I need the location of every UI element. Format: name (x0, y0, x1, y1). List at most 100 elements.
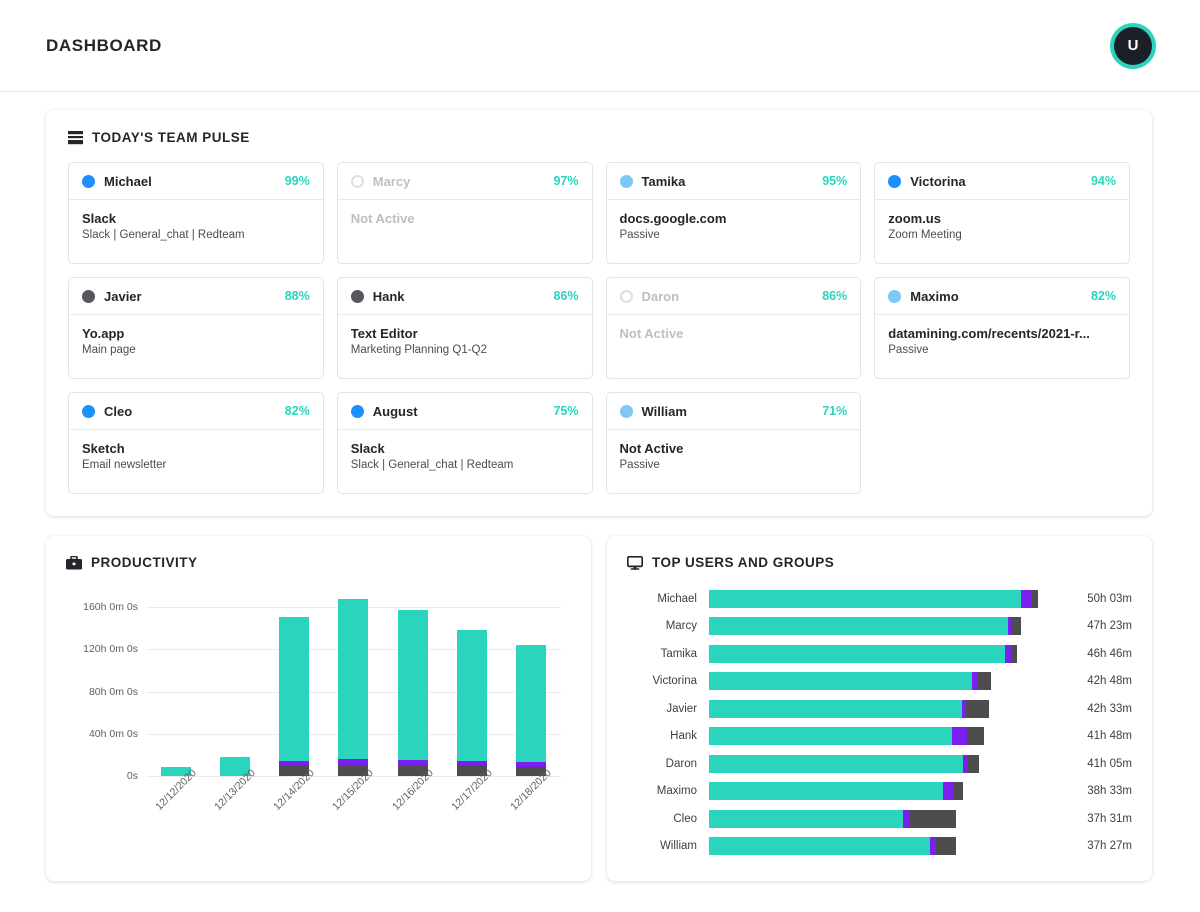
pulse-card-body: datamining.com/recents/2021-r... Passive (875, 315, 1129, 378)
top-users-bar (709, 589, 1058, 608)
pulse-card[interactable]: Tamika 95% docs.google.com Passive (605, 162, 862, 264)
status-dot-icon (350, 289, 364, 303)
pulse-card[interactable]: Hank 86% Text Editor Marketing Planning Q1-… (336, 277, 593, 379)
status-dot-icon (350, 174, 364, 188)
top-users-total: 50h 03m (1087, 592, 1132, 605)
top-users-bar (709, 727, 1058, 746)
pulse-card[interactable]: Marcy 97% Not Active (336, 162, 593, 264)
chart-bar[interactable] (397, 610, 428, 776)
x-axis-tick: 12/16/2020 (390, 767, 436, 838)
bar-segment-active (709, 644, 1005, 663)
status-dot-icon (888, 174, 902, 188)
top-users-row[interactable]: William 37h 27m (627, 833, 1132, 861)
pulse-percent: 75% (553, 404, 579, 418)
top-users-row[interactable]: Cleo 37h 31m (627, 805, 1132, 833)
top-users-name: Daron (665, 757, 697, 770)
pulse-app-detail: Main page (82, 344, 136, 356)
top-users-total: 38h 33m (1087, 785, 1132, 798)
pulse-user-name: Tamika (641, 173, 686, 189)
top-users-header: TOP USERS AND GROUPS (627, 555, 1132, 570)
top-users-total: 41h 48m (1087, 730, 1132, 743)
pulse-card-body: Not Active (607, 315, 861, 378)
top-users-name: Victorina (652, 675, 697, 688)
pulse-app-name: Text Editor (350, 326, 418, 341)
pulse-user-name: Victorina (910, 173, 966, 189)
bar-segment-passive (1004, 644, 1012, 663)
x-axis-labels: 12/12/2020 12/13/2020 12/14/2020 12/15/2020… (146, 767, 561, 838)
top-users-bar-track (709, 617, 1058, 636)
top-users-row[interactable]: Marcy 47h 23m (627, 613, 1132, 641)
bar-segment-passive (903, 809, 910, 828)
top-users-row[interactable]: Daron 41h 05m (627, 750, 1132, 778)
pulse-percent: 94% (1090, 174, 1116, 188)
top-users-bar (709, 782, 1058, 801)
top-users-bar-track (709, 754, 1058, 773)
top-users-total: 42h 48m (1087, 675, 1132, 688)
avatar[interactable]: U (1110, 22, 1156, 69)
pulse-card-header: Marcy 97% (337, 163, 592, 200)
top-bar: DASHBOARD U (0, 0, 1200, 92)
pulse-card-header: Javier 88% (69, 278, 323, 315)
bar-segment-active (516, 645, 547, 763)
pulse-percent: 82% (284, 404, 310, 418)
bar-series (146, 586, 561, 776)
pulse-user-name: Michael (104, 173, 152, 189)
chart-bar[interactable] (338, 598, 369, 776)
pulse-user-name: Cleo (104, 403, 133, 419)
chart-bar[interactable] (516, 645, 547, 776)
bottom-row: PRODUCTIVITY 0s 40h 0m 0s 80h 0m 0s 120h 0m… (46, 536, 1152, 881)
bar-segment-passive (942, 782, 954, 801)
pulse-card[interactable]: Victorina 94% zoom.us Zoom Meeting (874, 162, 1130, 264)
bar-segment-active (709, 672, 973, 691)
top-users-row[interactable]: Hank 41h 48m (627, 723, 1132, 751)
pulse-app-detail: Passive (619, 459, 660, 471)
bar-segment-idle (909, 809, 956, 828)
top-users-list: Michael 50h 03m Marcy 47h 23m Tamika 46h 46m V… (627, 585, 1132, 860)
pulse-card[interactable]: Michael 99% Slack Slack | General_chat | Re… (68, 162, 324, 264)
top-users-total: 41h 05m (1087, 757, 1132, 770)
pulse-card[interactable]: Javier 88% Yo.app Main page (68, 277, 324, 379)
top-users-name: Marcy (665, 620, 697, 633)
pulse-card[interactable]: Maximo 82% datamining.com/recents/2021-r..… (874, 277, 1130, 379)
top-users-name: Hank (670, 730, 697, 743)
top-users-bar-track (709, 699, 1058, 718)
top-users-bar (709, 837, 1058, 856)
top-users-total: 37h 27m (1087, 840, 1132, 853)
top-users-row[interactable]: Victorina 42h 48m (627, 668, 1132, 696)
top-users-name: Michael (657, 592, 697, 605)
status-dot-icon (619, 289, 633, 303)
pulse-user-name: Javier (104, 288, 142, 304)
top-users-row[interactable]: Maximo 38h 33m (627, 778, 1132, 806)
chart-bar[interactable] (457, 630, 488, 776)
top-users-title: TOP USERS AND GROUPS (652, 555, 835, 570)
pulse-card-header: William 71% (606, 393, 861, 430)
pulse-percent: 88% (284, 289, 310, 303)
avatar-initial: U (1114, 26, 1152, 65)
pulse-card[interactable]: William 71% Not Active Passive (605, 392, 862, 494)
team-pulse-panel: TODAY'S TEAM PULSE Michael 99% Slack Slack … (46, 110, 1152, 516)
pulse-app-detail: Marketing Planning Q1-Q2 (350, 344, 487, 356)
pulse-card-header: Cleo 82% (69, 393, 323, 430)
pulse-card-body: Yo.app Main page (69, 315, 323, 378)
pulse-card-header: Victorina 94% (875, 163, 1129, 200)
pulse-card[interactable]: August 75% Slack Slack | General_chat | Red… (336, 392, 593, 494)
bar-segment-active (279, 616, 310, 762)
top-users-name: Maximo (656, 785, 697, 798)
bar-segment-active (709, 589, 1022, 608)
pulse-card[interactable]: Cleo 82% Sketch Email newsletter (68, 392, 324, 494)
bar-segment-active (709, 754, 964, 773)
pulse-card[interactable]: Daron 86% Not Active (605, 277, 862, 379)
top-users-name: Cleo (673, 812, 697, 825)
pulse-user-name: Maximo (910, 288, 959, 304)
bar-segment-active (338, 598, 369, 760)
top-users-bar-track (709, 782, 1058, 801)
bar-segment-active (709, 809, 904, 828)
top-users-row[interactable]: Michael 50h 03m (627, 585, 1132, 613)
top-users-row[interactable]: Tamika 46h 46m (627, 640, 1132, 668)
top-users-row[interactable]: Javier 42h 33m (627, 695, 1132, 723)
bar-segment-active (709, 837, 930, 856)
x-axis-tick: 12/13/2020 (212, 767, 258, 838)
pulse-percent: 86% (553, 289, 579, 303)
chart-bar[interactable] (279, 616, 310, 776)
bar-segment-idle (953, 782, 963, 801)
